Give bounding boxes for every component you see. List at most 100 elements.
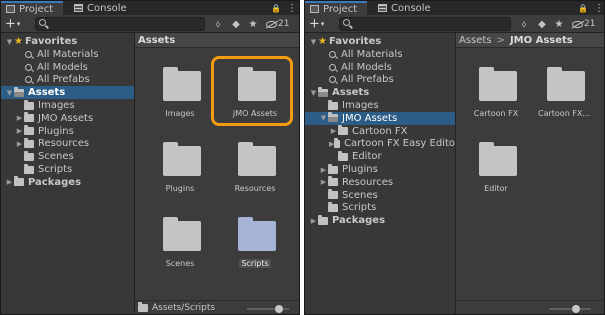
tree-item-resources[interactable]: ▶ Resources bbox=[1, 137, 134, 150]
zoom-slider-thumb[interactable] bbox=[274, 305, 283, 313]
tab-label: Console bbox=[391, 2, 431, 14]
folder-icon bbox=[547, 67, 585, 101]
collapse-arrow-icon[interactable]: ▶ bbox=[5, 178, 14, 186]
asset-tile-cartoon-fx[interactable]: Cartoon FX bbox=[466, 65, 526, 127]
expand-arrow-icon[interactable]: ▼ bbox=[5, 89, 14, 97]
menu-icon[interactable]: ⋮ bbox=[287, 3, 297, 14]
chevron-down-icon: ▾ bbox=[320, 20, 325, 28]
tree-item-cartoon-fx[interactable]: ▶ Cartoon FX bbox=[305, 125, 455, 138]
asset-tile-resources[interactable]: Resources bbox=[225, 140, 285, 202]
tree-item-all-prefabs[interactable]: All Prefabs bbox=[1, 73, 134, 86]
tree-item-all-materials[interactable]: All Materials bbox=[305, 48, 455, 61]
tree-item-plugins[interactable]: ▶ Plugins bbox=[305, 163, 455, 176]
folder-icon bbox=[334, 137, 341, 148]
collapse-arrow-icon[interactable]: ▶ bbox=[319, 178, 328, 186]
search-input[interactable] bbox=[354, 18, 508, 30]
tree-item-packages[interactable]: ▶ Packages bbox=[305, 214, 455, 227]
asset-tile-cartoon-fx[interactable]: Cartoon FX... bbox=[534, 65, 594, 127]
expand-arrow-icon[interactable]: ▼ bbox=[319, 114, 328, 122]
tree-item-scripts[interactable]: Scripts bbox=[1, 163, 134, 176]
tree-item-images[interactable]: Images bbox=[305, 99, 455, 112]
add-button[interactable]: +▾ bbox=[5, 17, 29, 31]
hidden-packages-toggle[interactable]: 21 bbox=[266, 17, 289, 31]
asset-label: Scripts bbox=[217, 259, 293, 268]
hidden-packages-toggle[interactable]: 21 bbox=[572, 17, 595, 31]
tree-item-editor[interactable]: Editor bbox=[305, 150, 455, 163]
hidden-count: 21 bbox=[278, 19, 290, 29]
folder-icon bbox=[24, 99, 34, 110]
tree-item-label: All Materials bbox=[37, 48, 99, 60]
tree-item-resources[interactable]: ▶ Resources bbox=[305, 176, 455, 189]
tree-item-all-models[interactable]: All Models bbox=[305, 61, 455, 74]
collapse-arrow-icon[interactable]: ▶ bbox=[329, 127, 338, 135]
asset-tile-editor[interactable]: Editor bbox=[466, 140, 526, 202]
search-icon bbox=[25, 50, 32, 58]
search-field[interactable] bbox=[339, 17, 511, 31]
tree-item-label: Favorites bbox=[25, 36, 78, 47]
search-input[interactable] bbox=[50, 18, 202, 30]
collapse-arrow-icon[interactable]: ▶ bbox=[15, 114, 24, 122]
add-button[interactable]: +▾ bbox=[309, 17, 333, 31]
lock-icon[interactable]: 🔒 bbox=[578, 4, 588, 13]
scene-search-icon[interactable]: ⬨ bbox=[211, 17, 225, 31]
tree-item-all-models[interactable]: All Models bbox=[1, 61, 134, 74]
tree-item-label: Cartoon FX bbox=[352, 125, 408, 137]
scene-search-icon[interactable]: ⬨ bbox=[517, 17, 531, 31]
lock-icon[interactable]: 🔒 bbox=[271, 4, 281, 13]
folder-icon bbox=[14, 176, 24, 187]
collapse-arrow-icon[interactable]: ▶ bbox=[309, 217, 318, 225]
tree-item-cartoon-fx-easy-edito[interactable]: ▶ Cartoon FX Easy Edito bbox=[305, 137, 455, 150]
collapse-arrow-icon[interactable]: ▶ bbox=[15, 140, 24, 148]
tree-item-all-materials[interactable]: All Materials bbox=[1, 48, 134, 61]
zoom-slider[interactable] bbox=[247, 305, 289, 313]
folder-open-icon bbox=[328, 112, 338, 123]
expand-arrow-icon[interactable]: ▼ bbox=[309, 89, 318, 97]
tree-item-all-prefabs[interactable]: All Prefabs bbox=[305, 73, 455, 86]
tab-console[interactable]: Console bbox=[69, 1, 135, 15]
breadcrumb-parent[interactable]: Assets bbox=[459, 35, 492, 46]
tree-item-packages[interactable]: ▶ Packages bbox=[1, 176, 134, 189]
tree-item-plugins[interactable]: ▶ Plugins bbox=[1, 125, 134, 138]
tree-item-scripts[interactable]: Scripts bbox=[305, 201, 455, 214]
tree-item-scenes[interactable]: Scenes bbox=[305, 189, 455, 202]
favorite-icon[interactable]: ★ bbox=[552, 17, 566, 31]
collapse-arrow-icon[interactable]: ▶ bbox=[319, 166, 328, 174]
folder-icon bbox=[479, 67, 517, 101]
tree-item-favorites[interactable]: ▼ ★ Favorites bbox=[305, 35, 455, 48]
asset-tile-scenes[interactable]: Scenes bbox=[150, 215, 210, 277]
tree-item-assets[interactable]: ▼ Assets bbox=[1, 86, 134, 100]
asset-tile-images[interactable]: Images bbox=[150, 65, 210, 127]
breadcrumb-current[interactable]: Assets bbox=[138, 35, 175, 46]
zoom-slider[interactable] bbox=[549, 305, 591, 313]
menu-icon[interactable]: ⋮ bbox=[594, 3, 604, 14]
expand-arrow-icon[interactable]: ▼ bbox=[5, 38, 14, 46]
tab-bar: Project Console 🔒 ⋮ bbox=[305, 1, 604, 15]
tree-item-jmo-assets[interactable]: ▼ JMO Assets bbox=[305, 111, 455, 125]
tree-item-favorites[interactable]: ▼ ★ Favorites bbox=[1, 35, 134, 48]
collapse-arrow-icon[interactable]: ▶ bbox=[15, 127, 24, 135]
label-filter-icon[interactable]: ◆ bbox=[229, 17, 243, 31]
label-filter-icon[interactable]: ◆ bbox=[535, 17, 549, 31]
asset-tile-plugins[interactable]: Plugins bbox=[150, 140, 210, 202]
expand-arrow-icon[interactable]: ▼ bbox=[309, 38, 318, 46]
folder-icon bbox=[328, 163, 338, 174]
search-field[interactable] bbox=[35, 17, 205, 31]
tree-item-label: All Prefabs bbox=[37, 74, 90, 86]
tree-item-scenes[interactable]: Scenes bbox=[1, 150, 134, 163]
asset-label-text: Scripts bbox=[239, 259, 271, 268]
tree-item-jmo-assets[interactable]: ▶ JMO Assets bbox=[1, 112, 134, 125]
asset-tile-scripts[interactable]: Scripts bbox=[225, 215, 285, 277]
favorite-icon[interactable]: ★ bbox=[246, 17, 260, 31]
tab-console[interactable]: Console bbox=[373, 1, 439, 15]
breadcrumb: Assets bbox=[135, 33, 299, 48]
folder-tree: ▼ ★ Favorites All Materials All Models All Pr… bbox=[1, 33, 134, 314]
tab-project[interactable]: Project bbox=[305, 1, 367, 15]
tree-item-images[interactable]: Images bbox=[1, 99, 134, 112]
breadcrumb-current[interactable]: JMO Assets bbox=[510, 35, 573, 46]
tree-item-assets[interactable]: ▼ Assets bbox=[305, 86, 455, 99]
search-icon bbox=[343, 19, 350, 26]
tab-project[interactable]: Project bbox=[1, 1, 63, 15]
console-icon bbox=[74, 4, 83, 12]
folder-icon bbox=[238, 142, 276, 176]
tab-label: Project bbox=[19, 3, 54, 15]
